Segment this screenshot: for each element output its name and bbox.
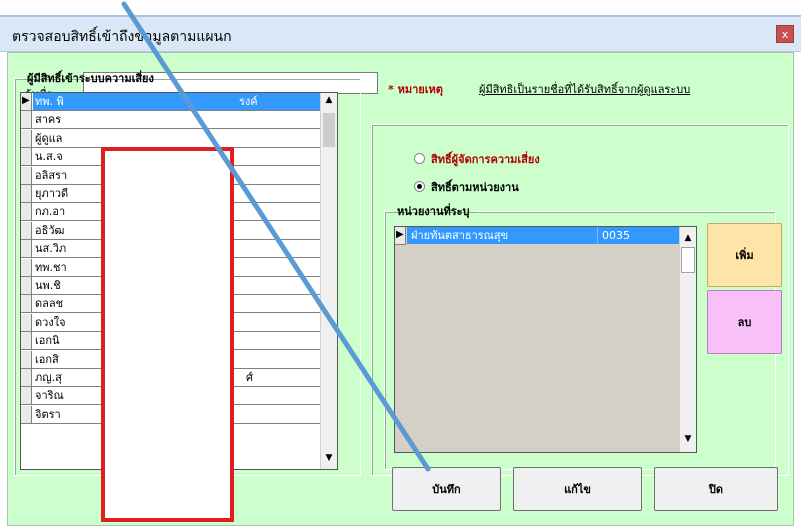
row-selector[interactable] [21,332,32,350]
row-selector[interactable]: ▶ [395,227,406,245]
user-name-cell[interactable]: ทพ. พิ [33,93,324,110]
row-selector[interactable] [21,129,32,147]
window-title: ตรวจสอบสิทธิ์เข้าถึงข้อมูลตามแผนก [12,29,232,45]
note-text: ผู้มีสิทธิเป็นรายชื่อที่ได้รับสิทธิ์จากผ… [479,83,691,96]
user-row[interactable]: ผู้ดูแล [21,129,337,148]
scroll-up-icon[interactable]: ▲ [680,233,696,245]
add-button[interactable]: เพิ่ม [707,223,782,287]
user-name-cell[interactable]: สาคร [33,111,324,128]
radio-unit-label: สิทธิ์ตามหน่วยงาน [431,181,519,194]
row-selector[interactable] [21,350,32,368]
radio-unit-rights[interactable]: สิทธิ์ตามหน่วยงาน [414,178,519,196]
user-name-cell[interactable]: ผู้ดูแล [33,130,324,147]
users-group-legend: ผู้มีสิทธิ์เข้าระบบความเสี่ยง [27,72,154,85]
units-group-legend: หน่วยงานที่ระบุ [397,205,470,218]
row-selector[interactable] [21,166,32,184]
row-selector[interactable] [21,221,32,239]
dialog-window: ตรวจสอบสิทธิ์เข้าถึงข้อมูลตามแผนก x ค้นช… [0,0,801,531]
units-scrollbar[interactable]: ▲ ▼ [679,227,696,452]
radio-admin-rights[interactable]: สิทธิ์ผู้จัดการความเสี่ยง [414,150,540,168]
unit-code-cell[interactable]: 0035 [597,227,679,244]
scroll-thumb[interactable] [681,247,695,273]
edit-button[interactable]: แก้ไข [513,467,642,511]
close-icon[interactable]: x [776,25,794,43]
row-selector[interactable] [21,387,32,405]
scroll-thumb[interactable] [323,113,335,147]
scroll-down-icon[interactable]: ▼ [321,453,337,467]
user-name-tail: รงค์ [239,95,258,108]
users-scrollbar[interactable]: ▲ ▼ [320,93,337,469]
units-grid[interactable]: ▶ ฝ่ายทันตสาธารณสุข 0035 ▲ ▼ [394,226,697,453]
row-pointer-icon: ▶ [22,95,30,106]
close-button[interactable]: ปิด [654,467,778,511]
user-row[interactable]: สาคร [21,111,337,130]
unit-row[interactable]: ▶ ฝ่ายทันตสาธารณสุข 0035 [395,227,679,245]
row-selector[interactable] [21,277,32,294]
row-selector[interactable] [21,405,32,423]
delete-button[interactable]: ลบ [707,290,782,354]
radio-admin-dot[interactable] [414,153,425,164]
radio-admin-label: สิทธิ์ผู้จัดการความเสี่ยง [431,153,540,166]
unit-name-cell[interactable]: ฝ่ายทันตสาธารณสุข [407,227,597,244]
row-selector[interactable] [21,185,32,202]
save-button[interactable]: บันทึก [392,467,501,511]
row-selector[interactable] [21,313,32,331]
note-label: * หมายเหตุ [388,83,443,96]
user-name-tail: ศ์ [246,371,253,384]
row-selector[interactable] [21,111,32,129]
user-row[interactable]: ▶ ทพ. พิ รงค์ [21,93,337,111]
row-pointer-icon: ▶ [396,229,404,240]
row-selector[interactable] [21,240,32,258]
row-selector[interactable] [21,295,32,313]
row-selector[interactable] [21,148,32,166]
title-bar: ตรวจสอบสิทธิ์เข้าถึงข้อมูลตามแผนก x [0,15,801,52]
row-selector[interactable] [21,258,32,276]
row-selector[interactable]: ▶ [21,93,32,110]
radio-unit-dot[interactable] [414,181,425,192]
scroll-up-icon[interactable]: ▲ [321,95,337,109]
row-selector[interactable] [21,369,32,386]
scroll-down-icon[interactable]: ▼ [680,434,696,446]
row-selector[interactable] [21,203,32,221]
redaction-box [101,147,234,522]
